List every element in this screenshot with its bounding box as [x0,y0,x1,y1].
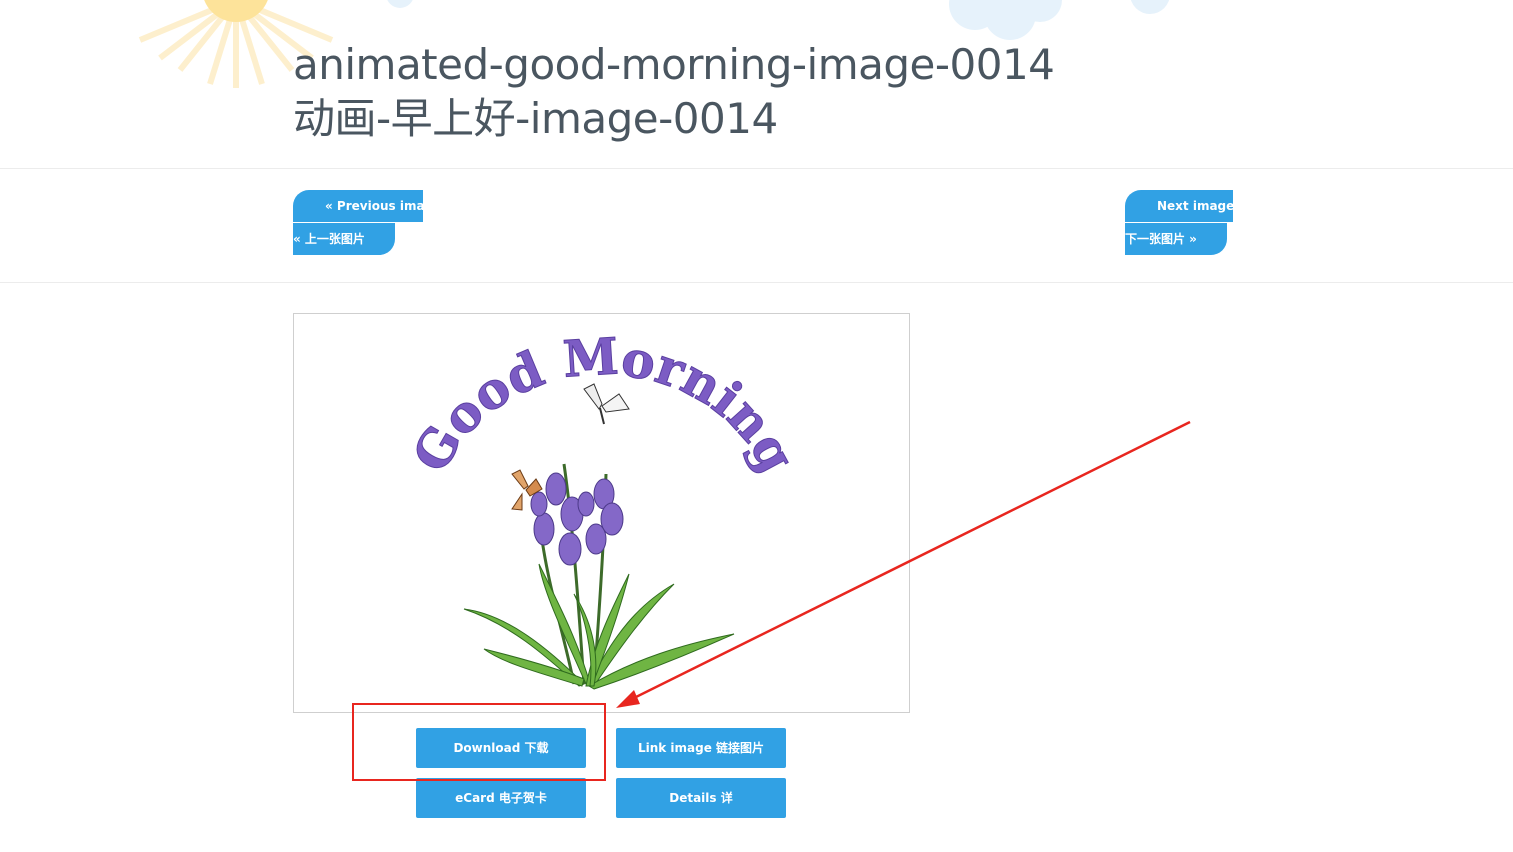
good-morning-illustration: Good Morning [400,326,808,690]
main-image[interactable]: Good Morning [293,313,910,713]
next-image-button-cn[interactable]: 下一张图片 » [1125,223,1227,255]
title-chinese: 动画-早上好-image-0014 [293,94,778,143]
previous-image-button[interactable]: « Previous image [293,190,423,222]
link-image-button[interactable]: Link image 链接图片 [616,728,786,768]
ecard-button[interactable]: eCard 电子贺卡 [416,778,586,818]
cloud-icon [387,0,1170,40]
divider [0,282,1513,283]
annotation-highlight-box [352,703,606,781]
title-english: animated-good-morning-image-0014 [293,40,1055,89]
previous-image-label-cn: « 上一张图片 [293,232,365,246]
page: animated-good-morning-image-0014 动画-早上好-… [0,0,1513,852]
details-button[interactable]: Details 详 [616,778,786,818]
previous-image-button-cn[interactable]: « 上一张图片 [293,223,395,255]
butterfly-icon [583,383,630,425]
next-image-button[interactable]: Next image » [1125,190,1233,222]
divider [0,168,1513,169]
next-image-label-cn: 下一张图片 » [1125,232,1197,246]
page-title: animated-good-morning-image-0014 动画-早上好-… [293,38,1055,146]
next-image-label: Next image » [1157,199,1233,213]
previous-image-label: « Previous image [325,199,423,213]
